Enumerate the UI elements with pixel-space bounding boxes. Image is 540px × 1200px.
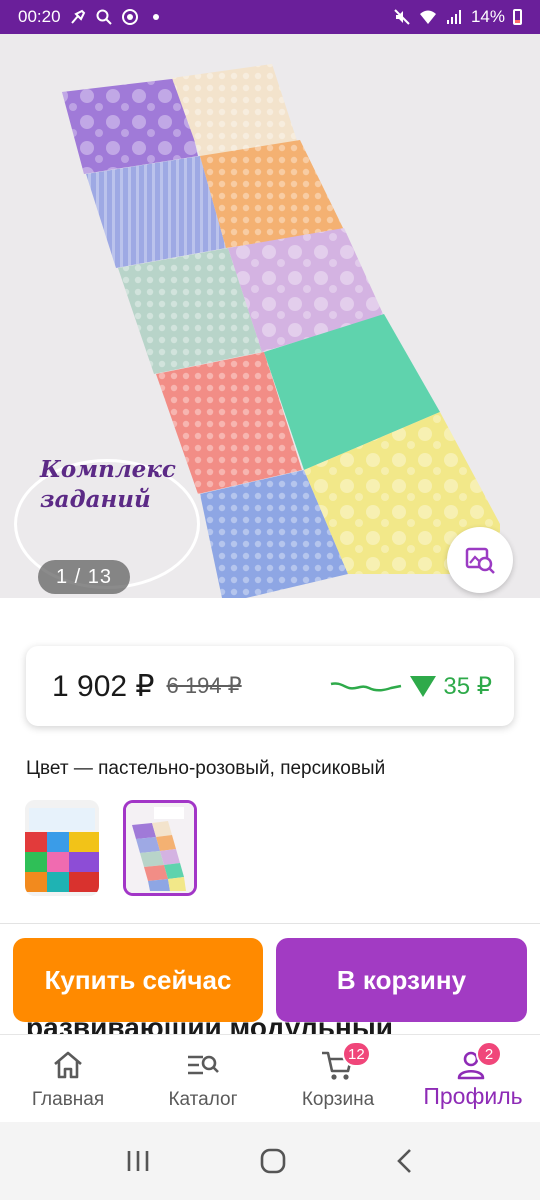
price-card[interactable]: 1 902 ₽ 6 194 ₽ 35 ₽	[26, 646, 514, 726]
image-counter: 1 / 13	[38, 560, 130, 594]
tab-label: Каталог	[168, 1089, 238, 1110]
color-swatch-1[interactable]	[25, 800, 99, 896]
app-icon	[121, 9, 138, 25]
mute-icon	[394, 9, 410, 25]
divider	[0, 923, 540, 924]
gallery-caption: Комплекс заданий	[40, 456, 176, 513]
status-time: 00:20	[18, 7, 61, 26]
tab-label: Корзина	[301, 1089, 375, 1110]
color-label: Цвет — пастельно-розовый, персиковый	[26, 758, 386, 779]
system-nav-bar	[0, 1122, 540, 1200]
color-swatch-2-selected[interactable]	[123, 800, 197, 896]
search-icon	[96, 9, 112, 25]
tab-home[interactable]: Главная	[18, 1035, 118, 1123]
image-search-icon	[465, 547, 495, 574]
cart-icon-wrap: 12	[320, 1041, 371, 1081]
status-bar: 00:20 14%	[0, 0, 540, 34]
back-icon[interactable]	[394, 1147, 416, 1175]
bottom-tab-bar: Главная Каталог 12 Корзина 2 Профиль	[0, 1034, 540, 1122]
catalog-search-icon	[188, 1055, 219, 1075]
signal-icon	[446, 10, 461, 24]
tab-cart[interactable]: 12 Корзина	[288, 1035, 388, 1123]
price-down-icon	[410, 676, 437, 697]
battery-percent: 14%	[470, 7, 505, 26]
dot-icon	[152, 14, 159, 20]
current-price: 1 902 ₽	[52, 669, 155, 703]
tab-label: Главная	[31, 1089, 105, 1110]
add-to-cart-button[interactable]: В корзину	[276, 938, 527, 1022]
home-icon	[54, 1051, 82, 1079]
battery-icon	[513, 9, 522, 25]
tab-label: Профиль	[423, 1083, 523, 1109]
image-search-button[interactable]	[447, 527, 513, 593]
wifi-icon	[419, 10, 436, 24]
buy-now-button[interactable]: Купить сейчас	[13, 938, 263, 1022]
profile-icon-wrap: 2	[456, 1041, 502, 1081]
cart-badge: 12	[342, 1041, 371, 1067]
price-history-sparkline	[331, 682, 402, 692]
swatch-image	[25, 800, 99, 896]
profile-badge: 2	[476, 1041, 502, 1067]
home-button-icon[interactable]	[259, 1147, 287, 1175]
tab-catalog[interactable]: Каталог	[153, 1035, 253, 1123]
tab-profile[interactable]: 2 Профиль	[414, 1035, 532, 1123]
swatch-image	[126, 803, 194, 893]
old-price: 6 194 ₽	[166, 673, 242, 698]
product-page: 00:20 14% Комплекс заданий 1 / 13 1 902 …	[0, 0, 540, 1200]
recent-apps-icon[interactable]	[124, 1149, 152, 1173]
price-trend: 35 ₽	[329, 672, 492, 701]
broom-icon	[70, 9, 85, 24]
price-drop: 35 ₽	[443, 672, 492, 700]
